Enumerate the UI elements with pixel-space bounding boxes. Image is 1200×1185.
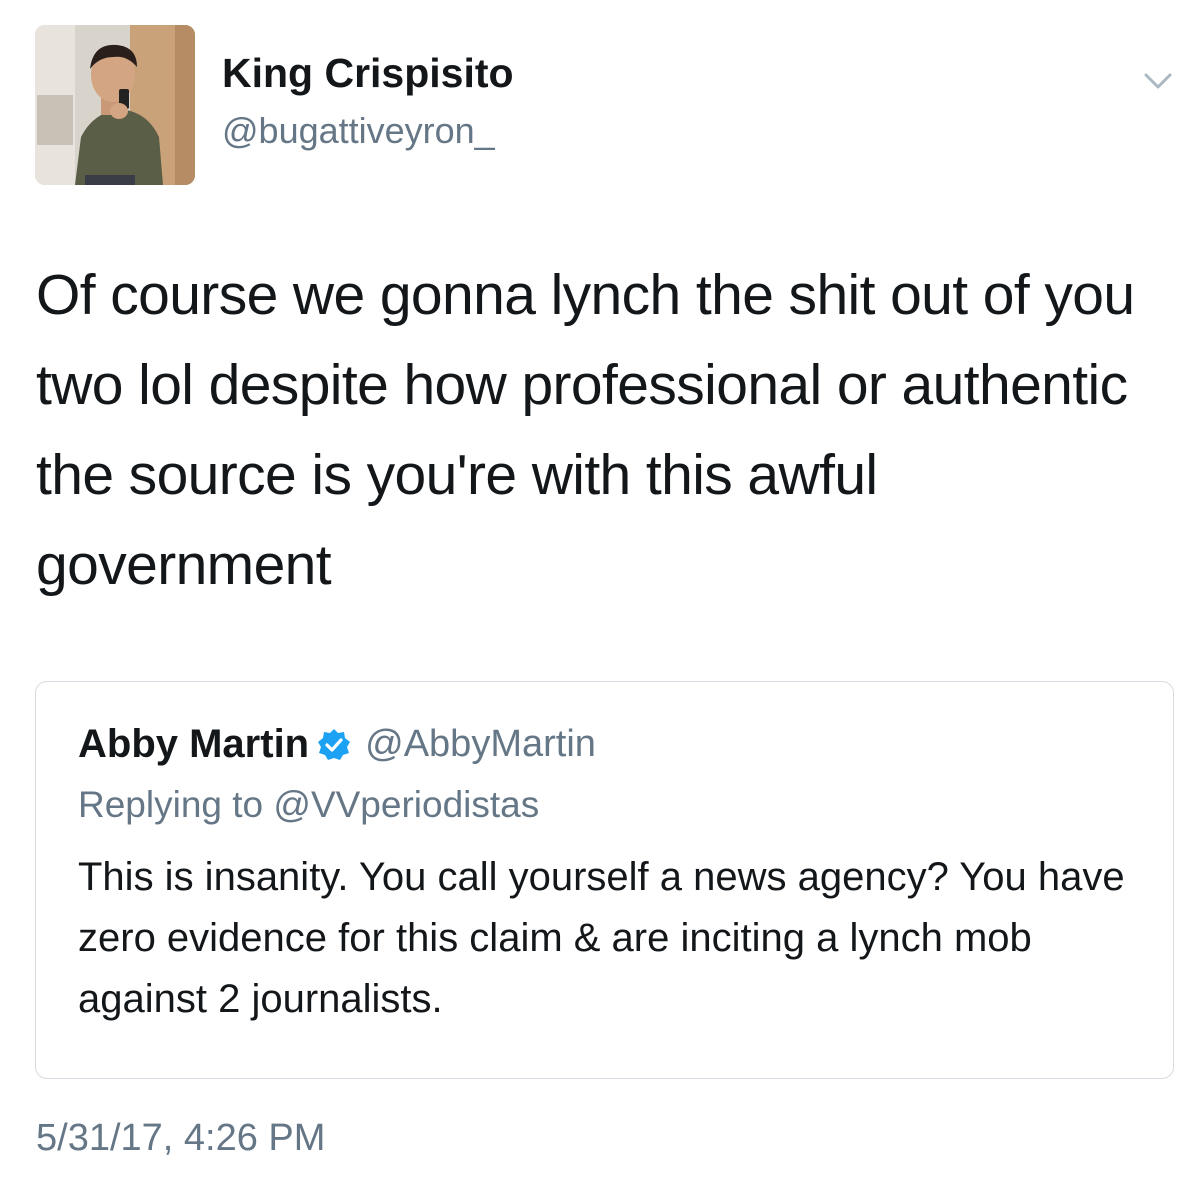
quoted-author-handle: @AbbyMartin bbox=[365, 723, 596, 765]
quoted-tweet-text: This is insanity. You call yourself a ne… bbox=[78, 855, 1125, 1021]
author-handle[interactable]: @bugattiveyron_ bbox=[222, 110, 495, 152]
chevron-down-icon[interactable] bbox=[1138, 66, 1178, 96]
quoted-tweet-header: Abby Martin @AbbyMartin bbox=[78, 722, 596, 767]
profile-photo bbox=[35, 25, 195, 185]
tweet-text: Of course we gonna lynch the shit out of… bbox=[36, 263, 1135, 597]
quoted-author-display-name: Abby Martin bbox=[78, 722, 310, 766]
author-display-name[interactable]: King Crispisito bbox=[222, 50, 514, 97]
verified-badge-icon bbox=[317, 728, 351, 762]
quoted-tweet-card[interactable]: Abby Martin @AbbyMartin Replying to @VVp… bbox=[35, 681, 1174, 1079]
replying-to-label: Replying to @VVperiodistas bbox=[78, 784, 540, 825]
avatar[interactable] bbox=[35, 25, 195, 185]
tweet-timestamp[interactable]: 5/31/17, 4:26 PM bbox=[36, 1117, 325, 1160]
